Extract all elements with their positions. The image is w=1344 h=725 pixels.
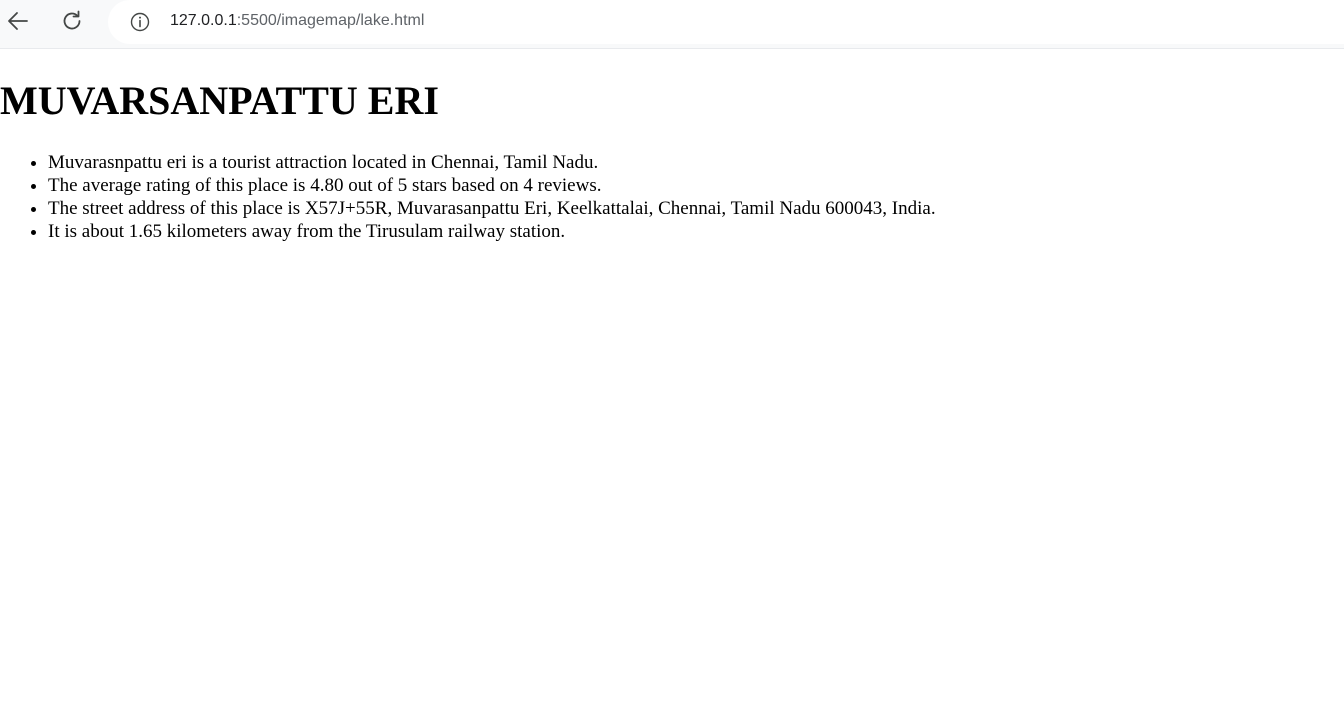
browser-toolbar: 127.0.0.1:5500/imagemap/lake.html [0,0,1344,49]
reload-button[interactable] [56,6,88,36]
url-text[interactable]: 127.0.0.1:5500/imagemap/lake.html [170,11,424,31]
arrow-left-icon [8,12,28,30]
list-item: The street address of this place is X57J… [48,197,936,220]
address-bar[interactable]: 127.0.0.1:5500/imagemap/lake.html [108,0,1344,44]
page-content: MUVARSANPATTU ERI Muvarasnpattu eri is a… [0,50,1344,725]
info-icon[interactable] [129,11,151,33]
reload-icon [63,10,81,30]
fact-list: Muvarasnpattu eri is a tourist attractio… [0,151,936,243]
back-button[interactable] [2,6,34,36]
list-item: The average rating of this place is 4.80… [48,174,936,197]
url-path: :5500/imagemap/lake.html [236,12,425,29]
list-item: Muvarasnpattu eri is a tourist attractio… [48,151,936,174]
list-item: It is about 1.65 kilometers away from th… [48,220,936,243]
url-host: 127.0.0.1 [170,12,237,29]
page-title: MUVARSANPATTU ERI [0,78,439,123]
